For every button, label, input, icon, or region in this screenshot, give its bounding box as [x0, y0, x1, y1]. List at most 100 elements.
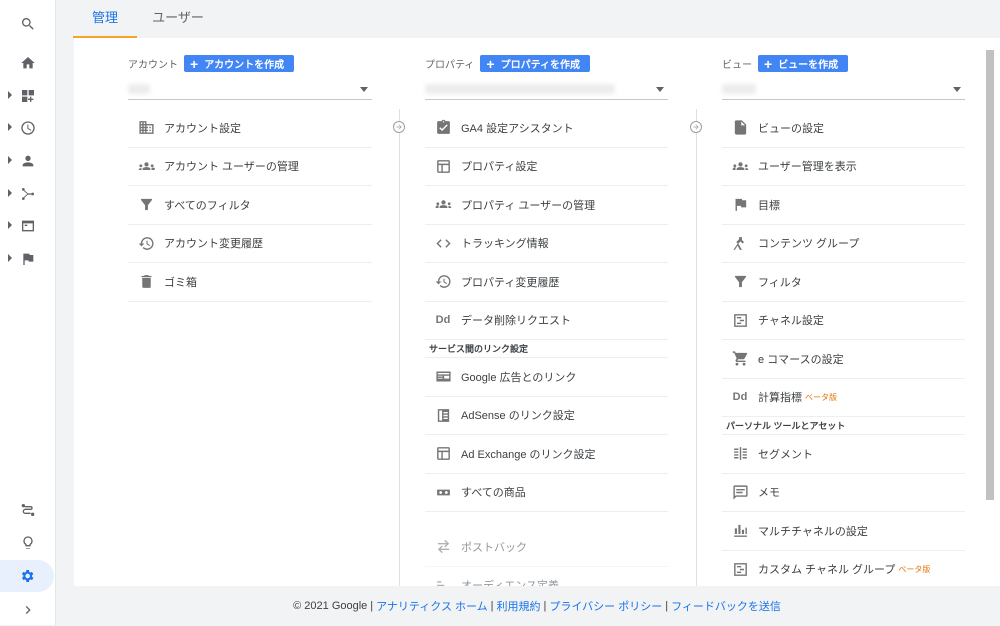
- menu-item-label: 計算指標: [758, 392, 802, 405]
- menu-item-label: アカウント設定: [164, 122, 241, 135]
- goals-link[interactable]: 目標: [722, 186, 965, 225]
- postback-link[interactable]: ポストバック: [425, 528, 668, 567]
- create-property-button[interactable]: + プロパティを作成: [480, 55, 590, 72]
- property-label: プロパティ: [425, 60, 475, 71]
- search-icon: [21, 18, 34, 30]
- view-user-management-link[interactable]: ユーザー管理を表示: [722, 148, 965, 186]
- document-icon: [730, 118, 750, 138]
- create-view-label: ビューを作成: [778, 60, 839, 71]
- account-name-redacted: [128, 84, 150, 94]
- expand-caret-icon: [8, 254, 12, 262]
- all-filters-link[interactable]: すべてのフィルタ: [128, 186, 372, 225]
- footer: © 2021 Google | アナリティクス ホーム | 利用規約 | プライ…: [74, 586, 1000, 625]
- view-settings-link[interactable]: ビューの設定: [722, 109, 965, 148]
- postback-icon: [433, 537, 453, 557]
- property-selector[interactable]: [425, 80, 668, 100]
- view-selector[interactable]: [722, 80, 965, 100]
- menu-item-label: アカウント変更履歴: [164, 238, 263, 251]
- admin-panel: アカウント + アカウントを作成 アカウント設定 アカウント ユーザーの管理 す…: [74, 38, 1000, 586]
- channel-settings-link[interactable]: チャネル設定: [722, 302, 965, 340]
- arrow-right-circle-icon: [690, 121, 702, 133]
- dropdown-caret-icon: [360, 87, 368, 92]
- multichannel-settings-link[interactable]: マルチチャネルの設定: [722, 512, 965, 551]
- realtime-button[interactable]: [0, 112, 56, 144]
- all-products-link[interactable]: すべての商品: [425, 474, 668, 512]
- account-user-management-link[interactable]: アカウント ユーザーの管理: [128, 148, 372, 186]
- account-column: アカウント + アカウントを作成 アカウント設定 アカウント ユーザーの管理 す…: [128, 38, 372, 586]
- behavior-button[interactable]: [0, 210, 56, 242]
- dd-icon: Dd: [732, 391, 748, 404]
- people-icon: [433, 195, 453, 215]
- analytics-home-link[interactable]: アナリティクス ホーム: [376, 598, 488, 614]
- search-button[interactable]: [0, 8, 56, 40]
- discover-button[interactable]: [0, 527, 56, 559]
- account-header: アカウント + アカウントを作成: [128, 55, 295, 72]
- calculated-metrics-link[interactable]: Dd 計算指標 ベータ版: [722, 379, 965, 417]
- customization-button[interactable]: [0, 80, 56, 112]
- segments-link[interactable]: セグメント: [722, 435, 965, 474]
- tab-user[interactable]: ユーザー: [144, 0, 212, 38]
- account-selector[interactable]: [128, 80, 372, 100]
- audience-definitions-link[interactable]: オーディエンス定義: [425, 567, 668, 586]
- annotations-link[interactable]: メモ: [722, 474, 965, 512]
- property-settings-link[interactable]: プロパティ設定: [425, 148, 668, 186]
- menu-item-label: GA4 設定アシスタント: [461, 122, 574, 135]
- expand-caret-icon: [8, 221, 12, 229]
- footer-separator: |: [490, 599, 494, 612]
- menu-item-label: オーディエンス定義: [461, 577, 559, 586]
- create-view-button[interactable]: + ビューを作成: [758, 55, 849, 72]
- account-settings-link[interactable]: アカウント設定: [128, 109, 372, 148]
- filter-icon: [730, 272, 750, 292]
- plus-icon: +: [486, 55, 495, 72]
- ga4-setup-assistant-link[interactable]: GA4 設定アシスタント: [425, 109, 668, 148]
- expand-nav-button[interactable]: [0, 594, 56, 626]
- google-ads-linking-link[interactable]: Google 広告とのリンク: [425, 358, 668, 397]
- history-icon: [136, 233, 156, 253]
- data-deletion-request-link[interactable]: Dd データ削除リクエスト: [425, 302, 668, 340]
- plus-icon: +: [764, 55, 773, 72]
- checklist-icon: [433, 118, 453, 138]
- menu-item-label: プロパティ ユーザーの管理: [461, 199, 596, 212]
- property-change-history-link[interactable]: プロパティ変更履歴: [425, 263, 668, 302]
- people-icon: [730, 156, 750, 176]
- property-column: プロパティ + プロパティを作成 GA4 設定アシスタント プロパティ設定 プロ…: [425, 38, 668, 586]
- left-nav-rail: [0, 0, 56, 625]
- send-feedback-link[interactable]: フィードバックを送信: [671, 598, 781, 614]
- home-button[interactable]: [0, 47, 56, 79]
- tracking-info-link[interactable]: トラッキング情報: [425, 225, 668, 263]
- tab-admin[interactable]: 管理: [73, 0, 137, 38]
- menu-item-label: すべてのフィルタ: [164, 199, 251, 212]
- account-change-history-link[interactable]: アカウント変更履歴: [128, 225, 372, 263]
- trash-link[interactable]: ゴミ箱: [128, 263, 372, 302]
- audience-button[interactable]: [0, 145, 56, 177]
- column-divider: [399, 109, 400, 586]
- google-ads-icon: [433, 367, 453, 387]
- adsense-linking-link[interactable]: AdSense のリンク設定: [425, 397, 668, 435]
- property-user-management-link[interactable]: プロパティ ユーザーの管理: [425, 186, 668, 225]
- dd-icon: Dd: [435, 314, 451, 327]
- terms-link[interactable]: 利用規約: [497, 598, 541, 614]
- people-icon: [136, 156, 156, 176]
- menu-item-label: トラッキング情報: [461, 238, 549, 251]
- comment-icon: [730, 482, 750, 502]
- ad-exchange-linking-link[interactable]: Ad Exchange のリンク設定: [425, 435, 668, 474]
- create-account-button[interactable]: + アカウントを作成: [184, 55, 295, 72]
- view-filters-link[interactable]: フィルタ: [722, 263, 965, 302]
- privacy-policy-link[interactable]: プライバシー ポリシー: [549, 598, 662, 614]
- create-property-label: プロパティを作成: [500, 60, 580, 71]
- history-icon: [433, 272, 453, 292]
- acquisition-button[interactable]: [0, 178, 56, 210]
- admin-button[interactable]: [0, 560, 54, 592]
- account-menu: アカウント設定 アカウント ユーザーの管理 すべてのフィルタ アカウント変更履歴…: [128, 109, 372, 302]
- ecommerce-settings-link[interactable]: e コマースの設定: [722, 340, 965, 379]
- clock-icon: [21, 121, 35, 135]
- content-grouping-link[interactable]: コンテンツ グループ: [722, 225, 965, 263]
- custom-channel-grouping-link[interactable]: カスタム チャネル グループ ベータ版: [722, 551, 965, 587]
- vertical-scrollbar[interactable]: [986, 50, 994, 500]
- property-menu: GA4 設定アシスタント プロパティ設定 プロパティ ユーザーの管理 トラッキン…: [425, 109, 668, 586]
- attribution-button[interactable]: [0, 494, 56, 526]
- adexchange-icon: [433, 444, 453, 464]
- menu-item-label: Google 広告とのリンク: [461, 371, 577, 384]
- conversions-button[interactable]: [0, 243, 56, 275]
- menu-item-label: セグメント: [758, 448, 813, 461]
